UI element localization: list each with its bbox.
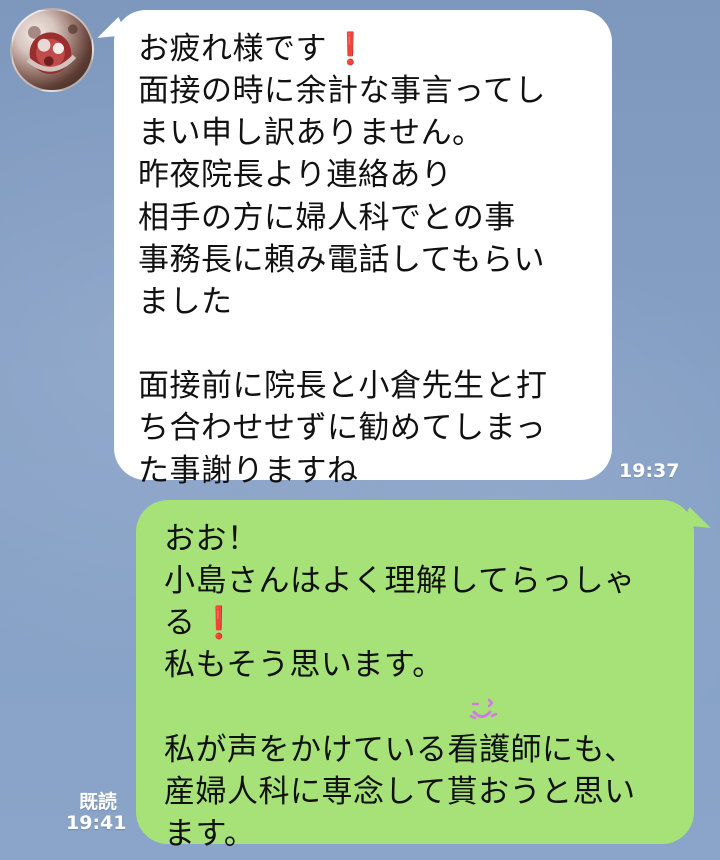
incoming-line-3: まい申し訳ありません。 (138, 115, 484, 152)
read-status: 既読 (79, 791, 118, 813)
incoming-line-11: た事謝りますね (138, 452, 359, 489)
incoming-line-10: ち合わせせずに勧めてしまっ (138, 410, 547, 447)
outgoing-line-6: 私が声をかけている看護師にも、 (164, 731, 636, 768)
outgoing-line-2: 小島さんはよく理解してらっしゃ (164, 563, 636, 600)
outgoing-message-bubble[interactable]: おお！ 小島さんはよく理解してらっしゃ る ❗ 私もそう思います。 私が声をかけて… (136, 500, 694, 852)
incoming-line-2: 面接の時に余計な事言ってし (138, 73, 546, 110)
outgoing-line-7: 産婦人科に専念して貰おうと思い (164, 773, 636, 810)
incoming-line-7: ました (138, 283, 233, 320)
outgoing-line-4: 私もそう思います。 (164, 647, 444, 684)
sweat-face-icon (361, 456, 399, 524)
incoming-line-5: 相手の方に婦人科でとの事 (138, 199, 516, 236)
incoming-line-1: お疲れ様です (138, 31, 327, 67)
outgoing-message-text: おお！ 小島さんはよく理解してらっしゃ る ❗ 私もそう思います。 私が声をかけて… (164, 518, 670, 855)
outgoing-line-8: ます。 (164, 816, 256, 853)
incoming-message-text: お疲れ様です ❗ 面接の時に余計な事言ってし まい申し訳ありません。 昨夜院長より… (138, 28, 588, 524)
exclamation-icon: ❗ (331, 31, 371, 67)
outgoing-line-3: る (164, 605, 196, 642)
incoming-line-4: 昨夜院長より連絡あり (138, 157, 453, 194)
exclamation-icon: ❗ (199, 605, 239, 642)
outgoing-message-time: 19:41 (66, 812, 127, 834)
incoming-message-bubble[interactable]: お疲れ様です ❗ 面接の時に余計な事言ってし まい申し訳ありません。 昨夜院長より… (114, 10, 612, 524)
sparkle-face-icon (466, 650, 500, 720)
avatar-photo (26, 24, 78, 74)
incoming-message-time: 19:37 (619, 460, 680, 482)
outgoing-line-1: おお！ (164, 521, 259, 557)
avatar[interactable] (10, 8, 94, 92)
incoming-line-9: 面接前に院長と小倉先生と打 (138, 368, 548, 405)
incoming-line-6: 事務長に頼み電話してもらい (138, 241, 546, 278)
